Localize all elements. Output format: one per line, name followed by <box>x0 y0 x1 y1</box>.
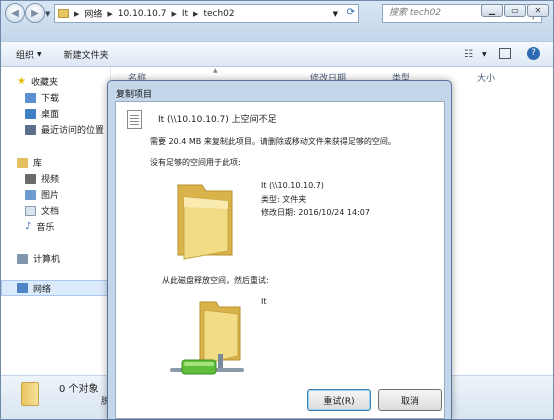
breadcrumb-item[interactable]: tech02 <box>203 9 234 19</box>
back-arrow-icon: ◀ <box>11 7 19 19</box>
document-icon <box>127 110 142 129</box>
sidebar-item-music[interactable]: ♪ 音乐 <box>25 220 54 233</box>
breadcrumb-item[interactable]: It <box>182 9 188 19</box>
sidebar-item-desktop[interactable]: 桌面 <box>25 107 59 120</box>
item-type: 类型: 文件夹 <box>261 195 307 204</box>
desktop-icon <box>25 108 36 119</box>
minimize-icon: ▁ <box>488 6 496 15</box>
sidebar-item-libraries[interactable]: 库 <box>17 156 42 169</box>
search-placeholder: 搜索 tech02 <box>389 8 442 18</box>
item-modified: 修改日期: 2016/10/24 14:07 <box>261 208 370 217</box>
breadcrumb-separator-icon: ▶ <box>171 9 177 18</box>
dialog-body: It (\\10.10.10.7) 上空间不足 需要 20.4 MB 来复制此项… <box>115 101 445 419</box>
network-icon <box>17 283 28 293</box>
help-icon[interactable]: ? <box>527 47 540 60</box>
breadcrumb-separator-icon: ▶ <box>74 9 80 18</box>
sidebar-item-label: 网络 <box>33 284 52 295</box>
sidebar-item-downloads[interactable]: 下载 <box>25 91 59 104</box>
maximize-button[interactable]: ▭ <box>504 4 526 17</box>
minimize-button[interactable]: ▁ <box>481 4 503 17</box>
title-bar: ◀ ▶ ▼ ▶ 网络 ▶ 10.10.10.7 ▶ It ▶ tech02 ▼ … <box>1 1 553 41</box>
sidebar-item-label: 库 <box>33 159 43 169</box>
refresh-icon[interactable]: ⟳ <box>347 7 355 18</box>
sidebar-item-label: 图片 <box>41 191 60 201</box>
star-icon: ★ <box>17 76 26 87</box>
breadcrumb-separator-icon: ▶ <box>193 9 199 18</box>
dialog-heading: It (\\10.10.10.7) 上空间不足 <box>158 115 277 125</box>
sidebar-item-label: 计算机 <box>33 255 61 265</box>
forward-arrow-icon: ▶ <box>31 7 39 19</box>
computer-icon <box>17 253 28 264</box>
drive-name: It <box>261 297 267 306</box>
copy-items-dialog: 复制项目 It (\\10.10.10.7) 上空间不足 需要 20.4 MB … <box>107 80 452 420</box>
cancel-label: 取消 <box>400 396 419 407</box>
sidebar-item-recent[interactable]: 最近访问的位置 <box>25 123 104 136</box>
new-folder-label: 新建文件夹 <box>63 50 109 61</box>
not-enough-label: 没有足够的空间用于此项: <box>150 158 241 167</box>
downloads-icon <box>25 92 36 103</box>
sidebar-item-label: 音乐 <box>36 223 55 233</box>
large-folder-icon <box>177 184 233 260</box>
breadcrumb-item[interactable]: 网络 <box>84 7 102 20</box>
item-count: 0 个对象 <box>59 384 99 395</box>
address-bar[interactable]: ▶ 网络 ▶ 10.10.10.7 ▶ It ▶ tech02 ▼ ⟳ <box>54 4 359 23</box>
need-space-text: 需要 20.4 MB 来复制此项目。请删除或移动文件来获得足够的空间。 <box>150 137 396 146</box>
organize-label: 组织 <box>16 50 35 61</box>
sidebar-item-label: 桌面 <box>41 110 60 120</box>
column-header-size[interactable]: 大小 <box>477 71 495 84</box>
folder-icon <box>21 382 39 406</box>
sidebar-item-videos[interactable]: 视频 <box>25 172 59 185</box>
sidebar-item-label: 最近访问的位置 <box>41 126 105 136</box>
sidebar-item-label: 视频 <box>41 175 60 185</box>
breadcrumb-item[interactable]: 10.10.10.7 <box>118 9 167 19</box>
video-icon <box>25 173 36 184</box>
pictures-icon <box>25 189 36 200</box>
close-button[interactable]: ✕ <box>527 4 549 17</box>
chevron-down-icon[interactable]: ▼ <box>482 51 487 58</box>
item-name: It (\\10.10.10.7) <box>261 181 324 190</box>
sidebar-item-pictures[interactable]: 图片 <box>25 188 59 201</box>
sidebar-item-documents[interactable]: 文档 <box>25 204 59 217</box>
folder-icon <box>58 9 69 18</box>
library-icon <box>17 157 28 168</box>
documents-icon <box>25 205 36 216</box>
free-space-label: 从此磁盘释放空间，然后重试: <box>162 276 269 285</box>
forward-button[interactable]: ▶ <box>25 3 45 23</box>
preview-pane-icon[interactable] <box>499 48 511 59</box>
network-drive-icon <box>170 301 244 375</box>
chevron-down-icon: ▼ <box>37 50 42 58</box>
organize-button[interactable]: 组织 ▼ <box>16 48 42 61</box>
recent-places-icon <box>25 124 36 135</box>
sidebar-item-favorites[interactable]: ★ 收藏夹 <box>17 75 58 88</box>
new-folder-button[interactable]: 新建文件夹 <box>64 48 109 61</box>
sidebar-item-computer[interactable]: 计算机 <box>17 252 60 265</box>
close-icon: ✕ <box>534 6 542 15</box>
dialog-title: 复制项目 <box>116 90 153 100</box>
retry-button[interactable]: 重试(R) <box>307 389 371 411</box>
cancel-button[interactable]: 取消 <box>378 389 442 411</box>
history-dropdown-icon[interactable]: ▼ <box>45 10 50 18</box>
maximize-icon: ▭ <box>511 6 519 15</box>
music-icon: ♪ <box>25 221 32 232</box>
sort-arrow-icon: ▲ <box>213 67 218 74</box>
retry-label: 重试(R) <box>323 396 355 407</box>
breadcrumb-separator-icon: ▶ <box>107 9 113 18</box>
navigation-pane: ★ 收藏夹 下载 桌面 最近访问的位置 库 视频 图片 文档 ♪ 音乐 计算机 … <box>1 67 111 375</box>
view-options-icon[interactable]: ☷ <box>464 49 473 60</box>
sidebar-item-label: 下载 <box>41 94 60 104</box>
address-dropdown-icon[interactable]: ▼ <box>333 10 338 18</box>
back-button[interactable]: ◀ <box>5 3 25 23</box>
sidebar-item-label: 文档 <box>41 207 60 217</box>
sidebar-item-network[interactable]: 网络 <box>1 280 110 296</box>
command-bar: 组织 ▼ 新建文件夹 ☷ ▼ ? <box>1 41 553 67</box>
sidebar-item-label: 收藏夹 <box>30 78 58 88</box>
